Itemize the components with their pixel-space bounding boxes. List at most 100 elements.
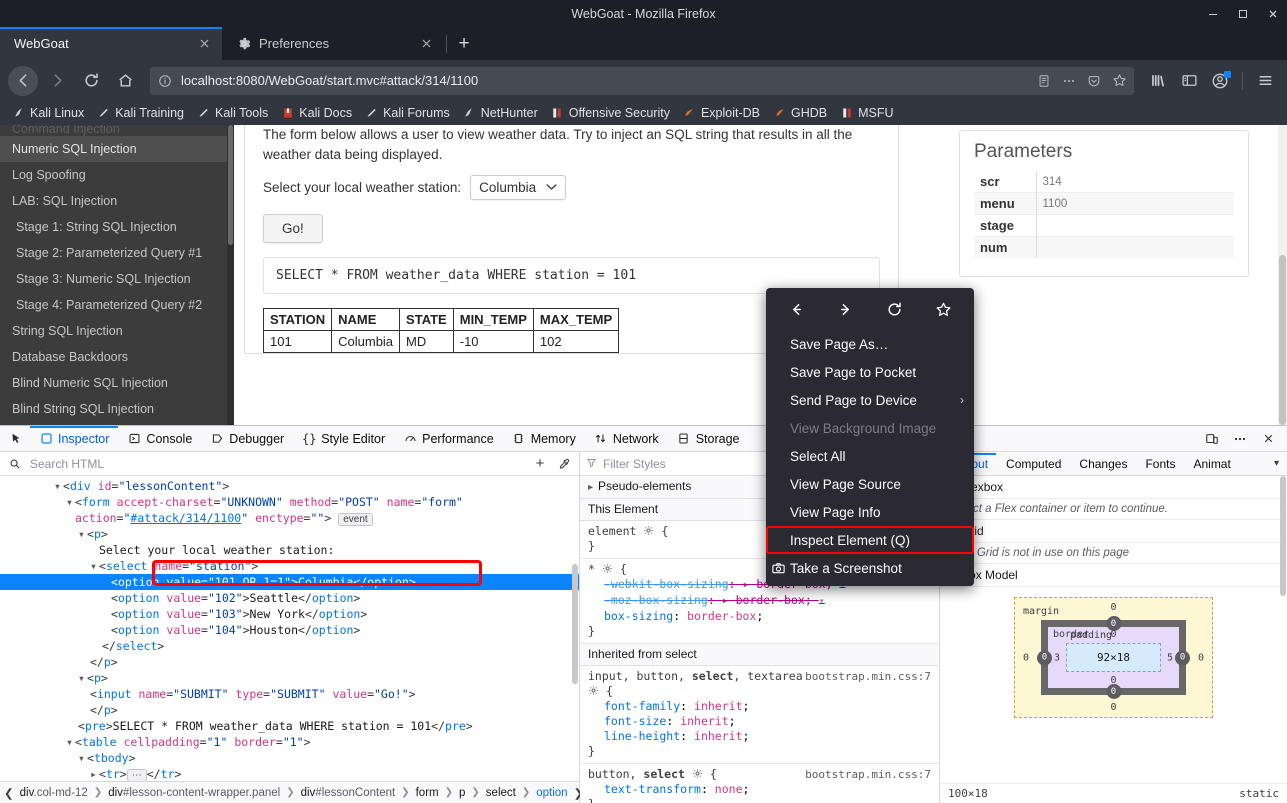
tab-network[interactable]: Network — [585, 426, 668, 451]
menu-item-inspect-element[interactable]: Inspect Element (Q) — [766, 526, 974, 554]
bookmark-offensive-security[interactable]: Offensive Security — [545, 104, 676, 122]
close-icon[interactable] — [196, 36, 212, 52]
dom-node-option-selected[interactable]: <option value="101 OR 1=1">Columbia</opt… — [0, 574, 579, 590]
dom-node-pre[interactable]: <pre>SELECT * FROM weather_data WHERE st… — [0, 718, 579, 734]
dom-node[interactable]: ▾ <p> — [0, 670, 579, 686]
flexbox-section-title[interactable]: Flexbox — [940, 476, 1287, 499]
hamburger-menu-icon[interactable] — [1251, 67, 1279, 95]
minimize-icon[interactable] — [1205, 6, 1221, 22]
breadcrumb-item-form[interactable]: form — [412, 786, 443, 800]
declaration[interactable]: line-height: inherit; — [588, 729, 931, 744]
dom-node-option[interactable]: <option value="102">Seattle</option> — [0, 590, 579, 606]
bookmark-kali-training[interactable]: Kali Training — [91, 104, 190, 122]
bookmark-msfu[interactable]: MSFU — [834, 104, 899, 122]
close-icon[interactable] — [1265, 6, 1281, 22]
sidebar-scrollbar[interactable] — [227, 125, 234, 425]
responsive-design-mode-icon[interactable] — [1199, 426, 1225, 452]
star-icon[interactable] — [1110, 72, 1128, 90]
menu-item-take-a-screenshot[interactable]: Take a Screenshot — [766, 554, 974, 582]
chevron-down-icon[interactable]: ▾ — [1274, 458, 1287, 469]
bookmark-nethunter[interactable]: NetHunter — [457, 104, 544, 122]
menu-item-save-page-to-pocket[interactable]: Save Page to Pocket — [766, 358, 974, 386]
bookmark-exploit-db[interactable]: Exploit-DB — [677, 104, 766, 122]
eyedropper-icon[interactable] — [555, 455, 573, 473]
element-picker-icon[interactable] — [2, 426, 30, 451]
tab-style-editor[interactable]: {} Style Editor — [293, 426, 394, 451]
border-bottom-value[interactable]: 0 — [1106, 684, 1121, 699]
border-left-value[interactable]: 0 — [1036, 650, 1052, 665]
sidebar-item-stage-1[interactable]: Stage 1: String SQL Injection — [0, 214, 234, 240]
gear-icon[interactable] — [692, 768, 703, 779]
close-devtools-icon[interactable] — [1255, 426, 1281, 452]
event-badge[interactable]: event — [338, 513, 373, 526]
tab-inspector[interactable]: Inspector — [30, 426, 119, 451]
dom-node-attrs[interactable]: action="#attack/314/1100" enctype=""> ev… — [0, 510, 579, 526]
rule-inherited-button-select[interactable]: button, select { bootstrap.min.css:7 tex… — [580, 764, 939, 803]
padding-right-value[interactable]: 5 — [1167, 652, 1173, 663]
menu-item-save-page-as[interactable]: Save Page As… — [766, 330, 974, 358]
breadcrumb-item-lesson-content-wrapper[interactable]: div#lesson-content-wrapper.panel — [104, 786, 284, 800]
pocket-icon[interactable] — [1085, 72, 1103, 90]
padding-bottom-value[interactable]: 0 — [1110, 675, 1116, 686]
tab-console[interactable]: Console — [118, 426, 201, 451]
dom-node-tr[interactable]: ▸ <tr> ⋯ </tr> — [0, 766, 579, 781]
reload-icon[interactable] — [880, 296, 910, 322]
home-icon[interactable] — [110, 66, 140, 96]
gear-icon[interactable] — [602, 563, 613, 574]
margin-right-value[interactable]: 0 — [1198, 652, 1204, 663]
rule-source[interactable]: bootstrap.min.css:7 — [805, 669, 931, 684]
sidebar-item-log-spoofing[interactable]: Log Spoofing — [0, 162, 234, 188]
bookmark-kali-forums[interactable]: Kali Forums — [359, 104, 456, 122]
url-bar[interactable]: localhost:8080/WebGoat/start.mvc#attack/… — [150, 66, 1134, 95]
reload-icon[interactable] — [76, 66, 106, 96]
sidebar-icon[interactable] — [1175, 67, 1203, 95]
menu-item-send-page-to-device[interactable]: Send Page to Device › — [766, 386, 974, 414]
account-icon[interactable] — [1206, 67, 1234, 95]
border-right-value[interactable]: 0 — [1175, 650, 1191, 665]
filter-styles-input[interactable]: Filter Styles — [603, 457, 666, 471]
sidebar-item-numeric-sql-injection[interactable]: Numeric SQL Injection — [0, 136, 234, 162]
dom-node[interactable]: ▾ <p> — [0, 526, 579, 542]
dom-node-select[interactable]: ▾ <select name="station"> — [0, 558, 579, 574]
padding-left-value[interactable]: 3 — [1054, 652, 1060, 663]
rule-source[interactable]: bootstrap.min.css:7 — [805, 767, 931, 782]
bookmark-kali-linux[interactable]: Kali Linux — [6, 104, 90, 122]
dom-node-close[interactable]: </p> — [0, 702, 579, 718]
forward-icon[interactable] — [831, 296, 861, 322]
sidebar-item-database-backdoors[interactable]: Database Backdoors — [0, 344, 234, 370]
breadcrumb-item-select[interactable]: select — [482, 786, 520, 800]
tab-preferences[interactable]: Preferences — [222, 27, 444, 60]
gear-icon[interactable] — [643, 525, 654, 536]
devtools-options-icon[interactable] — [1227, 426, 1253, 452]
sidebar-item-blind-string-sql-injection[interactable]: Blind String SQL Injection — [0, 396, 234, 422]
dom-tree-scrollbar[interactable] — [571, 476, 579, 781]
declaration[interactable]: font-family: inherit; — [588, 699, 931, 714]
sidebar-item-stage-2[interactable]: Stage 2: Parameterized Query #1 — [0, 240, 234, 266]
sidebar-item-stage-3[interactable]: Stage 3: Numeric SQL Injection — [0, 266, 234, 292]
dom-node-option[interactable]: <option value="103">New York</option> — [0, 606, 579, 622]
dom-node[interactable]: ▾ <form accept-charset="UNKNOWN" method="… — [0, 494, 579, 510]
tab-computed[interactable]: Computed — [998, 454, 1069, 474]
maximize-icon[interactable] — [1235, 6, 1251, 22]
sidebar-item-stage-4[interactable]: Stage 4: Parameterized Query #2 — [0, 292, 234, 318]
declaration[interactable]: box-sizing: border-box; — [588, 609, 931, 624]
breadcrumb-item-div-col-md-12[interactable]: div.col-md-12 — [16, 786, 92, 800]
sidebar-item-lab-sql-injection[interactable]: LAB: SQL Injection — [0, 188, 234, 214]
add-node-icon[interactable]: + — [531, 455, 549, 473]
search-input[interactable]: Search HTML — [30, 457, 525, 471]
station-select[interactable]: Columbia — [470, 175, 567, 200]
filter-icon[interactable]: ▾ — [819, 596, 825, 607]
declaration[interactable]: text-transform: none; — [588, 782, 931, 797]
reader-view-icon[interactable] — [1035, 72, 1053, 90]
breadcrumb-scroll-left-icon[interactable]: ❮ — [4, 786, 14, 800]
tab-performance[interactable]: Performance — [394, 426, 503, 451]
dom-node[interactable]: ▾ <div id="lessonContent"> — [0, 478, 579, 494]
dom-node-table[interactable]: ▾ <table cellpadding="1" border="1"> — [0, 734, 579, 750]
grid-section-title[interactable]: Grid — [940, 520, 1287, 543]
dom-node-tbody[interactable]: ▾ <tbody> — [0, 750, 579, 766]
tab-webgoat[interactable]: WebGoat — [0, 27, 222, 60]
page-scrollbar[interactable] — [1278, 125, 1287, 425]
sidebar-item-string-sql-injection[interactable]: String SQL Injection — [0, 318, 234, 344]
declaration[interactable]: font-size: inherit; — [588, 714, 931, 729]
tab-debugger[interactable]: Debugger — [201, 426, 293, 451]
